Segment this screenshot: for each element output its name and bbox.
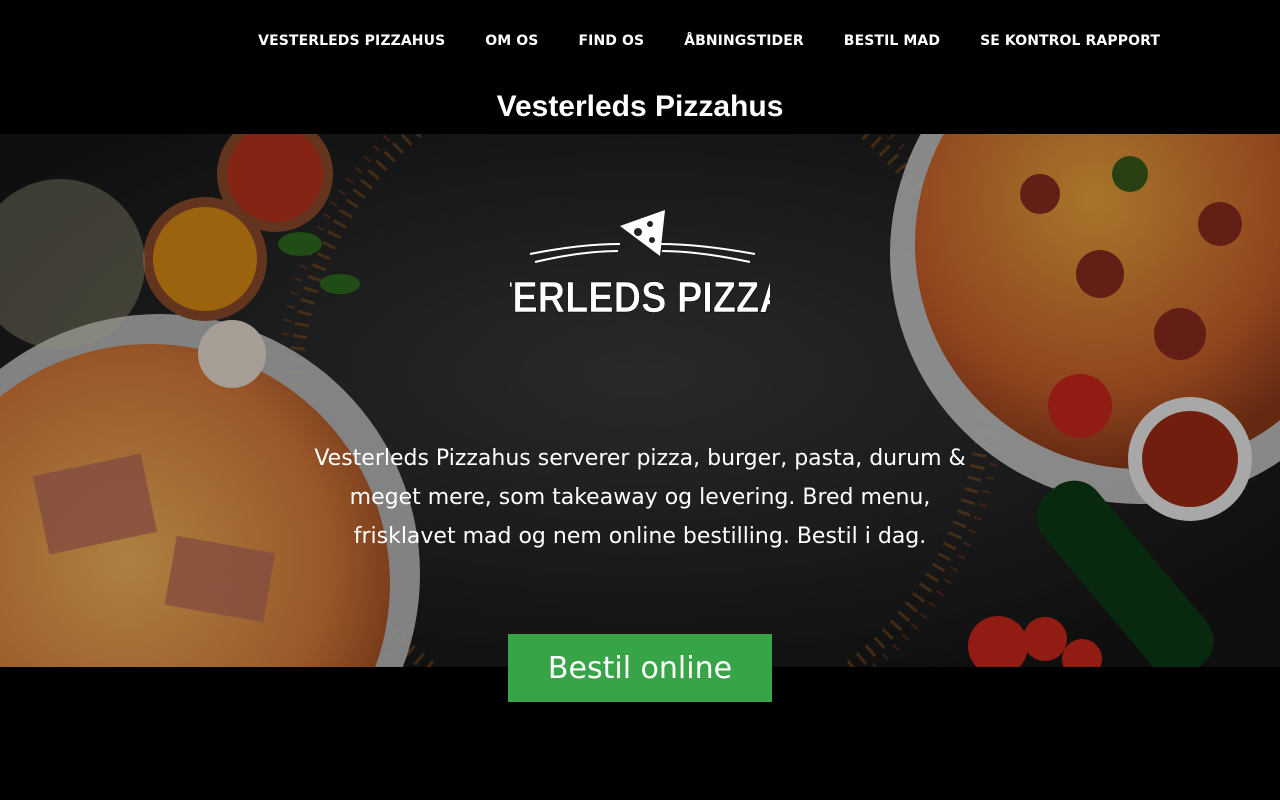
pizza-slice-icon: VESTERLEDS PIZZAHUS	[413, 210, 867, 322]
nav-item-home[interactable]: VESTERLEDS PIZZAHUS	[238, 31, 465, 51]
restaurant-logo: VESTERLEDS PIZZAHUS	[413, 204, 867, 324]
nav-menu: VESTERLEDS PIZZAHUS OM OS FIND OS ÅBNING…	[238, 31, 1160, 51]
nav-item-order-food[interactable]: BESTIL MAD	[824, 31, 960, 51]
nav-item-find-us[interactable]: FIND OS	[558, 31, 664, 51]
hero-banner: VESTERLEDS PIZZAHUS Vesterleds Pizzahus …	[0, 134, 1280, 667]
svg-text:VESTERLEDS PIZZAHUS: VESTERLEDS PIZZAHUS	[510, 273, 770, 322]
top-navigation: VESTERLEDS PIZZAHUS OM OS FIND OS ÅBNING…	[0, 0, 1280, 82]
hero-description: Vesterleds Pizzahus serverer pizza, burg…	[314, 446, 966, 549]
nav-item-opening-hours[interactable]: ÅBNINGSTIDER	[664, 31, 824, 51]
page-title: Vesterleds Pizzahus	[496, 90, 784, 123]
nav-item-about[interactable]: OM OS	[465, 31, 558, 51]
order-online-button[interactable]: Bestil online	[508, 634, 772, 702]
nav-item-inspection-report[interactable]: SE KONTROL RAPPORT	[960, 31, 1160, 51]
